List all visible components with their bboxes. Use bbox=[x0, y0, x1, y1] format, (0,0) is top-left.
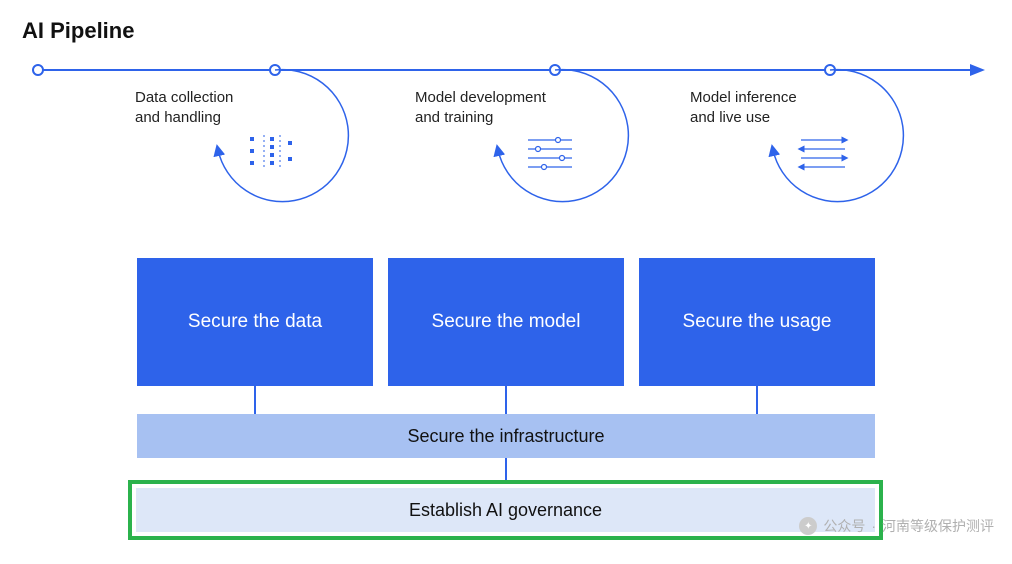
loop-model bbox=[490, 60, 650, 230]
infrastructure-bar: Secure the infrastructure bbox=[137, 414, 875, 458]
pillar-secure-usage: Secure the usage bbox=[639, 258, 875, 386]
parallel-arrows-icon bbox=[801, 140, 845, 167]
loop-usage bbox=[765, 60, 925, 230]
watermark: ✦ 公众号 · 河南等级保护测评 bbox=[799, 516, 994, 536]
sliders-icon bbox=[528, 138, 572, 170]
connector-3a bbox=[756, 386, 758, 414]
connector-infra-gov bbox=[505, 458, 507, 480]
governance-highlight-icon: Establish AI governance bbox=[128, 480, 883, 540]
diagram-title: AI Pipeline bbox=[22, 18, 134, 44]
governance-bar: Establish AI governance bbox=[136, 488, 875, 532]
loop-data bbox=[210, 60, 370, 230]
data-points-icon bbox=[250, 135, 292, 167]
connector-2a bbox=[505, 386, 507, 414]
pillar-secure-data: Secure the data bbox=[137, 258, 373, 386]
pillar-secure-model: Secure the model bbox=[388, 258, 624, 386]
wechat-icon: ✦ bbox=[799, 517, 817, 535]
connector-1a bbox=[254, 386, 256, 414]
